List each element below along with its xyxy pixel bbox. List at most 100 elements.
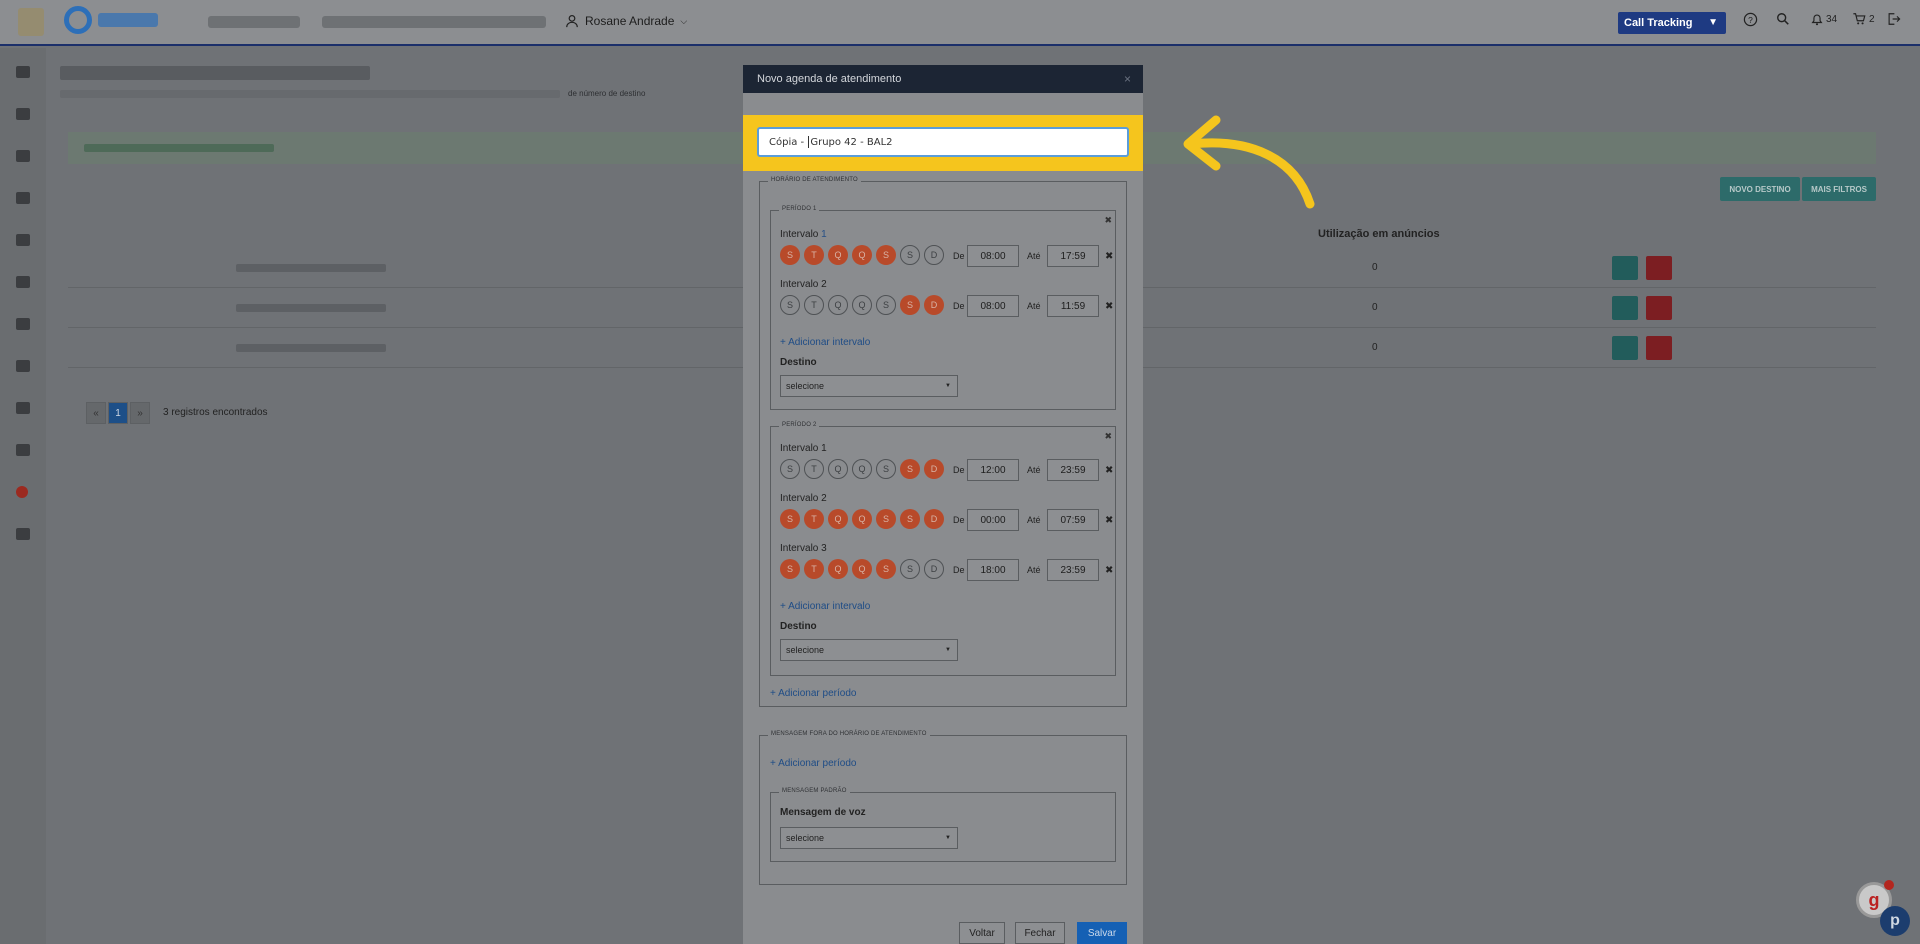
day-toggle[interactable]: S	[876, 509, 896, 529]
day-toggle[interactable]: S	[900, 295, 920, 315]
day-toggle[interactable]: T	[804, 245, 824, 265]
sidebar-puzzle-icon[interactable]	[16, 444, 30, 456]
day-toggle[interactable]: S	[780, 559, 800, 579]
day-toggle[interactable]: T	[804, 509, 824, 529]
add-interval-link[interactable]: + Adicionar intervalo	[780, 601, 870, 612]
day-toggle[interactable]: D	[924, 295, 944, 315]
logout-icon[interactable]	[1886, 12, 1901, 26]
sidebar-settings-icon[interactable]	[16, 486, 28, 498]
day-toggle[interactable]: T	[804, 559, 824, 579]
time-from-input[interactable]: 08:00	[967, 245, 1019, 267]
pagination-next[interactable]: »	[130, 402, 150, 424]
day-toggle[interactable]: S	[780, 459, 800, 479]
day-toggle[interactable]: Q	[852, 245, 872, 265]
sidebar-search-icon[interactable]	[16, 192, 30, 204]
day-toggle[interactable]: Q	[852, 559, 872, 579]
time-from-input[interactable]: 08:00	[967, 295, 1019, 317]
edit-button[interactable]	[1612, 296, 1638, 320]
sidebar-video-icon[interactable]	[16, 150, 30, 162]
delete-button[interactable]	[1646, 336, 1672, 360]
day-toggle[interactable]: S	[876, 459, 896, 479]
cart-button[interactable]: 2	[1852, 12, 1875, 26]
more-filters-button[interactable]: MAIS FILTROS	[1802, 177, 1876, 201]
day-toggle[interactable]: Q	[852, 509, 872, 529]
time-to-input[interactable]: 23:59	[1047, 559, 1099, 581]
support-widget-icon[interactable]: p	[1880, 906, 1910, 936]
day-toggle[interactable]: D	[924, 559, 944, 579]
sidebar-phone-icon[interactable]	[16, 276, 30, 288]
interval-label: Intervalo 1	[780, 229, 827, 240]
day-toggle[interactable]: Q	[828, 295, 848, 315]
day-toggle[interactable]: Q	[828, 559, 848, 579]
save-button[interactable]: Salvar	[1077, 922, 1127, 944]
notifications-button[interactable]: 34	[1810, 12, 1837, 26]
day-toggle[interactable]: Q	[828, 459, 848, 479]
add-interval-link[interactable]: + Adicionar intervalo	[780, 337, 870, 348]
remove-interval-icon[interactable]: ✖	[1105, 565, 1113, 576]
remove-interval-icon[interactable]: ✖	[1105, 515, 1113, 526]
voice-message-select[interactable]: selecione ▼	[780, 827, 958, 849]
day-toggle[interactable]: S	[876, 559, 896, 579]
day-toggle[interactable]: D	[924, 459, 944, 479]
account-selector[interactable]	[208, 16, 300, 28]
day-toggle[interactable]: Q	[828, 509, 848, 529]
day-toggle[interactable]: D	[924, 509, 944, 529]
remove-interval-icon[interactable]: ✖	[1105, 251, 1113, 262]
workspace-selector[interactable]	[322, 16, 546, 28]
delete-button[interactable]	[1646, 296, 1672, 320]
day-toggle[interactable]: S	[900, 245, 920, 265]
new-destination-button[interactable]: NOVO DESTINO	[1720, 177, 1800, 201]
destination-label: Destino	[780, 357, 817, 368]
time-from-input[interactable]: 18:00	[967, 559, 1019, 581]
day-toggle[interactable]: S	[900, 459, 920, 479]
user-menu[interactable]: Rosane Andrade ⌵	[565, 14, 687, 28]
close-button[interactable]: Fechar	[1015, 922, 1065, 944]
remove-interval-icon[interactable]: ✖	[1105, 465, 1113, 476]
day-toggle[interactable]: S	[900, 509, 920, 529]
edit-button[interactable]	[1612, 256, 1638, 280]
remove-interval-icon[interactable]: ✖	[1105, 301, 1113, 312]
day-toggle[interactable]: S	[876, 245, 896, 265]
time-from-input[interactable]: 12:00	[967, 459, 1019, 481]
edit-button[interactable]	[1612, 336, 1638, 360]
brand-logo[interactable]	[64, 6, 158, 34]
back-button[interactable]: Voltar	[959, 922, 1005, 944]
sidebar-dashboard-icon[interactable]	[16, 66, 30, 78]
remove-period-2-icon[interactable]: ✖	[1104, 431, 1112, 442]
help-icon[interactable]: ?	[1743, 12, 1758, 27]
sidebar-store-icon[interactable]	[16, 528, 30, 540]
search-icon[interactable]	[1776, 12, 1790, 26]
day-toggle[interactable]: Q	[852, 459, 872, 479]
day-toggle[interactable]: S	[780, 295, 800, 315]
schedule-name-input[interactable]: Cópia - Grupo 42 - BAL2	[757, 127, 1129, 157]
delete-button[interactable]	[1646, 256, 1672, 280]
time-to-input[interactable]: 11:59	[1047, 295, 1099, 317]
time-to-input[interactable]: 17:59	[1047, 245, 1099, 267]
day-toggle[interactable]: Q	[852, 295, 872, 315]
day-toggle[interactable]: S	[900, 559, 920, 579]
day-toggle[interactable]: S	[780, 509, 800, 529]
pagination-prev[interactable]: «	[86, 402, 106, 424]
day-toggle[interactable]: T	[804, 295, 824, 315]
pagination-page-1[interactable]: 1	[108, 402, 128, 424]
sidebar-chat-icon[interactable]	[16, 318, 30, 330]
add-period-link[interactable]: + Adicionar período	[770, 688, 856, 699]
day-toggle[interactable]: Q	[828, 245, 848, 265]
time-from-input[interactable]: 00:00	[967, 509, 1019, 531]
destination-select[interactable]: selecione ▼	[780, 639, 958, 661]
day-toggle[interactable]: D	[924, 245, 944, 265]
time-to-input[interactable]: 07:59	[1047, 509, 1099, 531]
sidebar-monitor-icon[interactable]	[16, 234, 30, 246]
remove-period-1-icon[interactable]: ✖	[1104, 215, 1112, 226]
time-to-input[interactable]: 23:59	[1047, 459, 1099, 481]
add-off-hours-period-link[interactable]: + Adicionar período	[770, 758, 856, 769]
day-toggle[interactable]: S	[780, 245, 800, 265]
sidebar-reports-icon[interactable]	[16, 108, 30, 120]
destination-select[interactable]: selecione ▼	[780, 375, 958, 397]
sidebar-book-icon[interactable]	[16, 402, 30, 414]
close-icon[interactable]: ×	[1124, 72, 1131, 86]
call-tracking-button[interactable]: Call Tracking ▼	[1618, 12, 1726, 34]
sidebar-users-icon[interactable]	[16, 360, 30, 372]
day-toggle[interactable]: T	[804, 459, 824, 479]
day-toggle[interactable]: S	[876, 295, 896, 315]
